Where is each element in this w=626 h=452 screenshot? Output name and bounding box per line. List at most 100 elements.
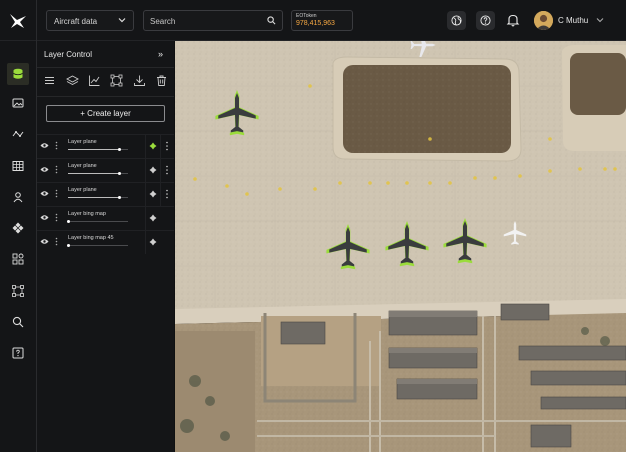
left-rail <box>0 41 36 452</box>
search-icon <box>12 316 24 328</box>
opacity-slider[interactable] <box>66 219 128 223</box>
panel-toolbar <box>37 67 174 97</box>
avatar[interactable] <box>534 11 553 30</box>
map-view[interactable] <box>175 41 626 452</box>
layer-list: Layer plane Layer plane Layer plane Layer b… <box>37 134 174 254</box>
row-divider <box>160 183 161 206</box>
rail-item-layers[interactable] <box>7 63 29 85</box>
rail-item-images[interactable] <box>7 92 29 114</box>
layer-name: Layer plane <box>68 187 97 193</box>
shapes-icon <box>12 222 24 234</box>
user-location-icon <box>13 192 23 203</box>
layer-row[interactable]: Layer bing map <box>37 206 174 230</box>
layer-row[interactable]: Layer plane <box>37 182 174 206</box>
collapse-panel-button[interactable]: » <box>158 49 163 59</box>
bell-icon[interactable] <box>505 12 521 28</box>
more-vertical-icon[interactable] <box>166 141 168 151</box>
top-bar: Aircraft data EOToken 978,415,963 C Muth… <box>0 0 626 41</box>
search-icon[interactable] <box>267 16 276 25</box>
eye-icon[interactable] <box>40 238 49 245</box>
polygon-nodes-icon <box>12 285 24 297</box>
table-icon <box>12 161 24 171</box>
token-balance: EOToken 978,415,963 <box>291 10 353 31</box>
opacity-slider-knob[interactable] <box>117 147 121 151</box>
eye-icon[interactable] <box>40 166 49 173</box>
trash-icon[interactable] <box>155 74 168 87</box>
rail-item-table[interactable] <box>7 155 29 177</box>
more-vertical-icon[interactable] <box>166 189 168 199</box>
layer-style-icon[interactable] <box>149 142 157 150</box>
dataset-select[interactable]: Aircraft data <box>46 10 134 31</box>
drag-handle-icon[interactable] <box>55 189 58 198</box>
menu-icon[interactable] <box>43 74 56 87</box>
layers-database-icon <box>13 68 23 79</box>
opacity-slider[interactable] <box>66 243 128 247</box>
drag-handle-icon[interactable] <box>55 141 58 150</box>
chart-line-icon[interactable] <box>88 74 101 87</box>
opacity-slider[interactable] <box>68 171 128 175</box>
opacity-slider-fill <box>68 149 119 150</box>
panel-title: Layer Control <box>44 50 93 59</box>
app-logo-icon[interactable] <box>8 12 28 30</box>
rail-item-polygon[interactable] <box>7 280 29 302</box>
user-photo-icon <box>534 11 553 30</box>
row-divider <box>145 207 146 230</box>
row-divider <box>145 183 146 206</box>
layer-style-icon[interactable] <box>149 214 157 222</box>
rail-item-apps[interactable] <box>7 248 29 270</box>
help-square-icon <box>12 347 24 359</box>
layer-name: Layer plane <box>68 139 97 145</box>
row-divider <box>145 159 146 182</box>
satellite-map[interactable] <box>175 41 626 452</box>
rail-item-help[interactable] <box>7 342 29 364</box>
rail-item-route[interactable] <box>7 123 29 145</box>
layer-row[interactable]: Layer bing map 45 <box>37 230 174 254</box>
opacity-slider[interactable] <box>68 195 128 199</box>
token-value: 978,415,963 <box>296 20 335 27</box>
apps-grid-icon <box>12 253 24 265</box>
opacity-slider[interactable] <box>68 147 128 151</box>
opacity-slider-knob[interactable] <box>117 195 121 199</box>
help-icon <box>480 15 491 26</box>
layer-name: Layer bing map <box>68 211 106 217</box>
layer-name: Layer plane <box>68 163 97 169</box>
layer-name: Layer bing map 45 <box>68 235 114 241</box>
dataset-select-value: Aircraft data <box>54 17 98 26</box>
drag-handle-icon[interactable] <box>55 165 58 174</box>
search-input[interactable] <box>150 15 260 27</box>
layer-row[interactable]: Layer plane <box>37 134 174 158</box>
layer-style-icon[interactable] <box>149 166 157 174</box>
drag-handle-icon[interactable] <box>55 213 58 222</box>
search-box <box>143 10 283 31</box>
layers-icon[interactable] <box>66 74 79 87</box>
row-divider <box>160 135 161 158</box>
create-layer-button[interactable]: + Create layer <box>46 105 165 122</box>
layer-style-icon[interactable] <box>149 190 157 198</box>
chevron-down-icon <box>118 18 126 23</box>
globe-icon <box>451 15 462 26</box>
globe-button[interactable] <box>447 11 466 30</box>
rail-item-shapes[interactable] <box>7 217 29 239</box>
eye-icon[interactable] <box>40 214 49 221</box>
chevron-down-icon[interactable] <box>596 16 604 24</box>
layer-style-icon[interactable] <box>149 238 157 246</box>
route-icon <box>12 131 24 137</box>
eye-icon[interactable] <box>40 190 49 197</box>
row-divider <box>145 135 146 158</box>
opacity-slider-knob[interactable] <box>66 219 70 223</box>
layer-row[interactable]: Layer plane <box>37 158 174 182</box>
opacity-slider-knob[interactable] <box>117 171 121 175</box>
eye-icon[interactable] <box>40 142 49 149</box>
image-icon <box>12 98 24 108</box>
polygon-select-icon[interactable] <box>110 74 123 87</box>
opacity-slider-fill <box>68 197 119 198</box>
drag-handle-icon[interactable] <box>55 237 58 246</box>
user-name[interactable]: C Muthu <box>558 16 588 25</box>
rail-item-search[interactable] <box>7 311 29 333</box>
opacity-slider-knob[interactable] <box>66 243 70 247</box>
more-vertical-icon[interactable] <box>166 165 168 175</box>
row-divider <box>145 231 146 254</box>
download-icon[interactable] <box>133 74 146 87</box>
rail-item-user[interactable] <box>7 186 29 208</box>
help-button[interactable] <box>476 11 495 30</box>
